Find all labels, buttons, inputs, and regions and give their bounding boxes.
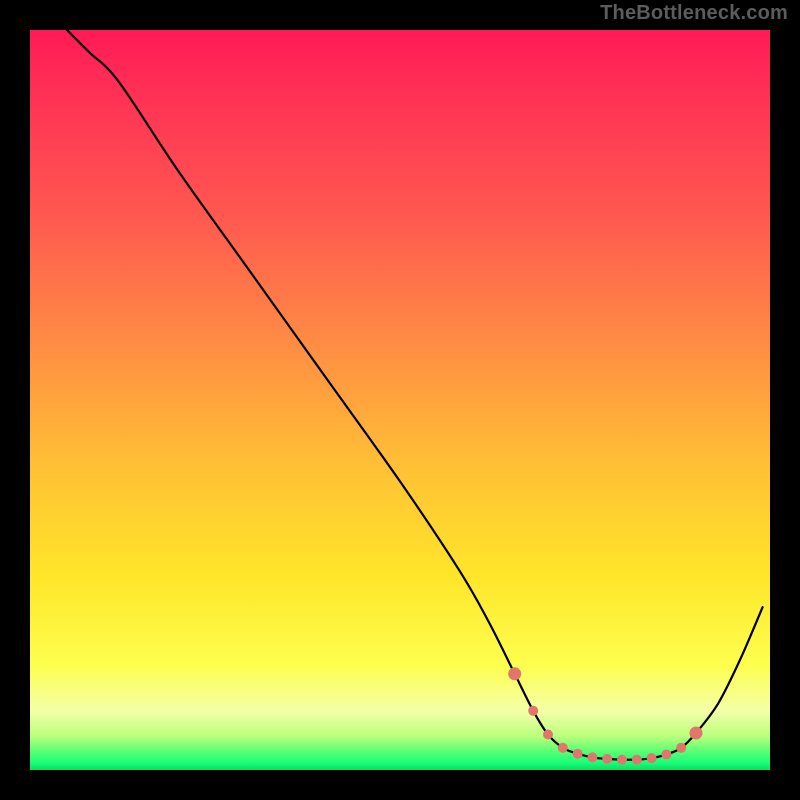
heat-gradient-background [30,30,770,770]
chart-container: TheBottleneck.com [0,0,800,800]
plot-area [30,30,770,770]
watermark-text: TheBottleneck.com [600,2,788,25]
